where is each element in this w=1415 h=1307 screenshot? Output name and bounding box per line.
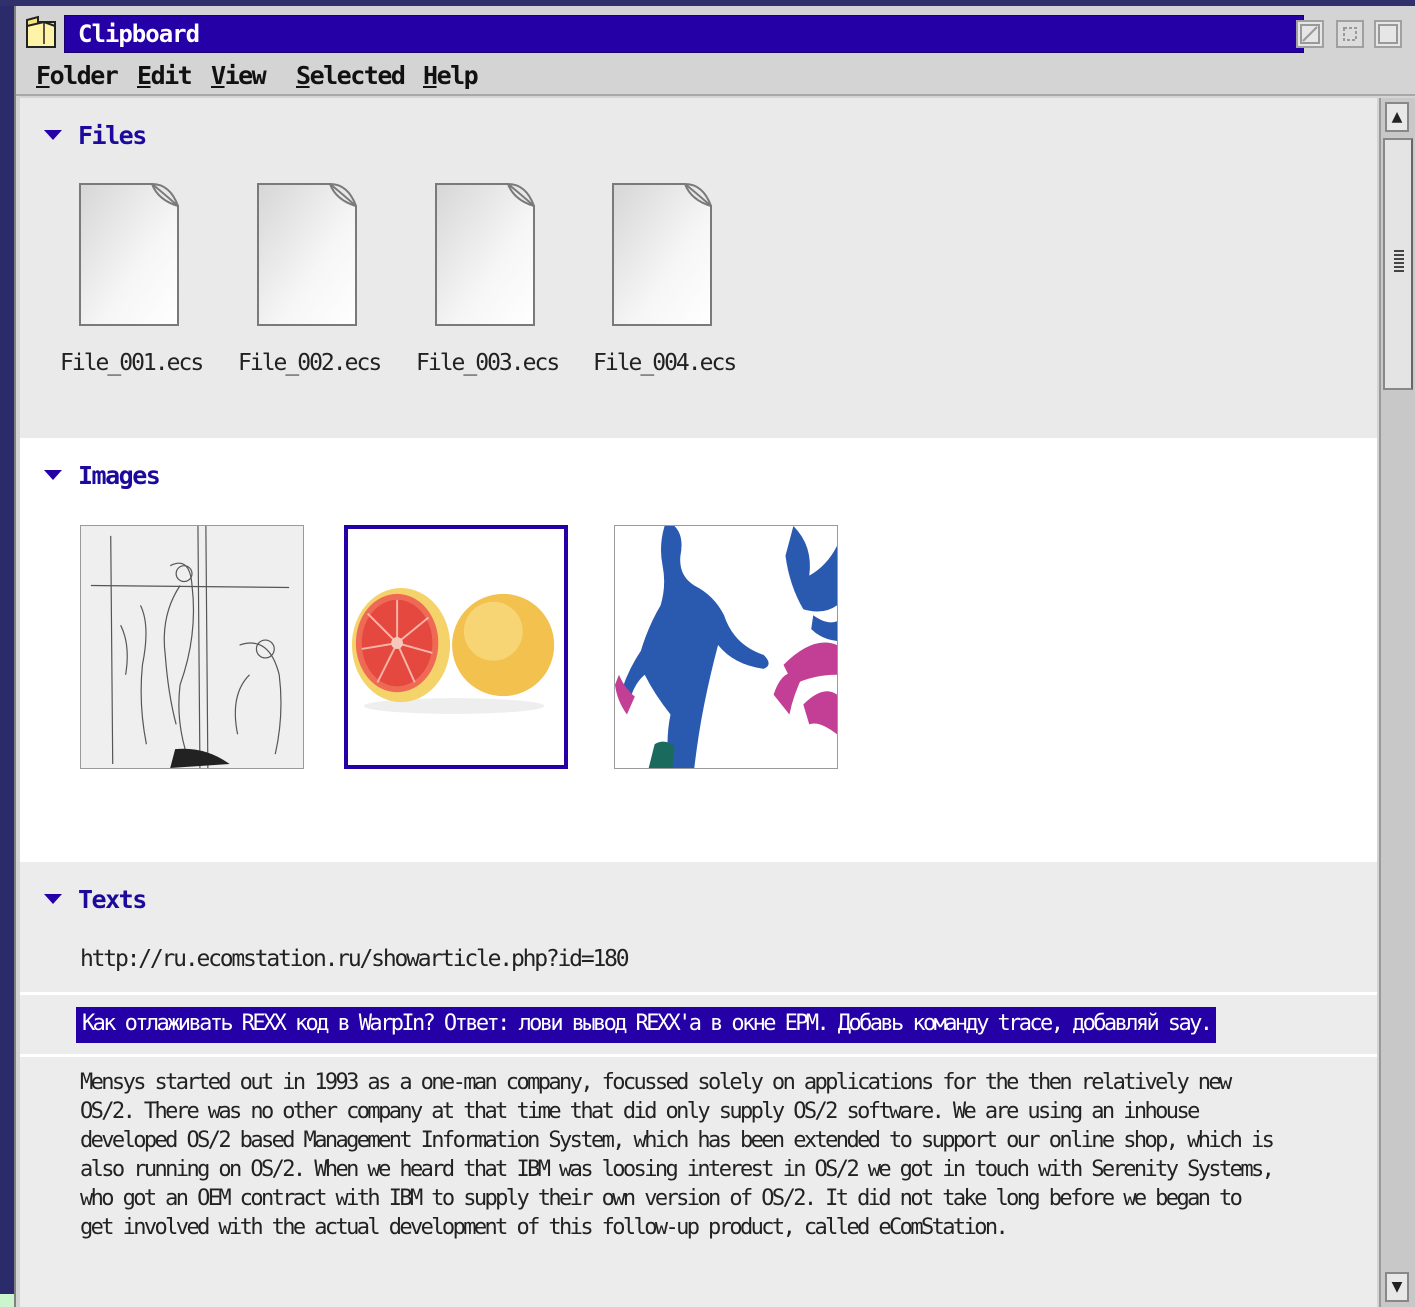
paragraph-text-item[interactable]: Mensys started out in 1993 as a one-man … [80, 1068, 1280, 1242]
minimize-button[interactable] [1296, 20, 1324, 48]
images-header[interactable]: Images [44, 458, 161, 492]
menu-help[interactable]: Help [423, 60, 479, 92]
grapefruit-image [348, 529, 564, 765]
document-icon [257, 182, 357, 326]
images-section: Images [20, 438, 1377, 862]
grip-icon [1394, 250, 1404, 272]
scroll-thumb[interactable] [1383, 138, 1413, 390]
maximize-icon [1378, 24, 1398, 44]
title-bar[interactable]: Clipboard [16, 6, 1415, 56]
files-title: Files [78, 120, 147, 150]
expand-triangle-icon[interactable] [44, 130, 62, 140]
sketch-image [81, 526, 303, 768]
file-name: File_004.ecs [593, 350, 737, 376]
file-name: File_002.ecs [238, 350, 382, 376]
scroll-down-button[interactable]: ▼ [1385, 1272, 1409, 1302]
document-icon [612, 182, 712, 326]
maximize-button[interactable] [1374, 20, 1402, 48]
menu-selected[interactable]: Selected [296, 60, 406, 92]
files-section: Files File_001.ecs File_002.ecs File_003… [20, 98, 1377, 438]
text-item-url[interactable]: http://ru.ecomstation.ru/showarticle.php… [20, 930, 1377, 990]
url-text: http://ru.ecomstation.ru/showarticle.php… [80, 946, 630, 972]
expand-triangle-icon[interactable] [44, 894, 62, 904]
texts-header[interactable]: Texts [44, 882, 147, 916]
document-icon [435, 182, 535, 326]
arrow-down-icon: ▼ [1391, 1279, 1403, 1295]
menu-view[interactable]: View [211, 60, 267, 92]
texts-title: Texts [78, 884, 147, 914]
images-title: Images [78, 460, 161, 490]
text-separator [20, 1054, 1377, 1057]
menu-folder[interactable]: Folder [36, 60, 119, 92]
clipboard-window: Clipboard Folder Edit View Selected Help [14, 6, 1415, 1307]
arrow-up-icon: ▲ [1391, 109, 1403, 125]
text-separator [20, 992, 1377, 995]
title-highlight [64, 15, 1304, 53]
texts-section: Texts http://ru.ecomstation.ru/showartic… [20, 862, 1377, 1307]
figure-thumbnail[interactable] [614, 525, 838, 769]
restore-icon [1343, 27, 1357, 41]
grapefruit-thumbnail[interactable] [344, 525, 568, 769]
selected-text-item[interactable]: Как отлаживать REXX код в WarpIn? Ответ:… [76, 1007, 1217, 1043]
sketch-thumbnail[interactable] [80, 525, 304, 769]
document-icon [79, 182, 179, 326]
window-title: Clipboard [78, 20, 200, 48]
files-header[interactable]: Files [44, 118, 147, 152]
file-item[interactable]: File_002.ecs [238, 182, 382, 392]
file-item[interactable]: File_001.ecs [60, 182, 204, 392]
file-item[interactable]: File_003.ecs [416, 182, 560, 392]
file-name: File_003.ecs [416, 350, 560, 376]
menu-bar: Folder Edit View Selected Help [16, 56, 1415, 96]
vertical-scrollbar[interactable]: ▲ ▼ [1379, 98, 1415, 1307]
scroll-up-button[interactable]: ▲ [1385, 102, 1409, 132]
file-item[interactable]: File_004.ecs [593, 182, 737, 392]
desktop-corner [0, 1294, 14, 1307]
file-name: File_001.ecs [60, 350, 204, 376]
menu-edit[interactable]: Edit [137, 60, 193, 92]
expand-triangle-icon[interactable] [44, 470, 62, 480]
folder-icon[interactable] [24, 14, 58, 50]
minimize-icon [1300, 24, 1320, 44]
restore-button[interactable] [1336, 20, 1364, 48]
figure-image [615, 526, 837, 768]
content-area: Files File_001.ecs File_002.ecs File_003… [20, 98, 1377, 1307]
